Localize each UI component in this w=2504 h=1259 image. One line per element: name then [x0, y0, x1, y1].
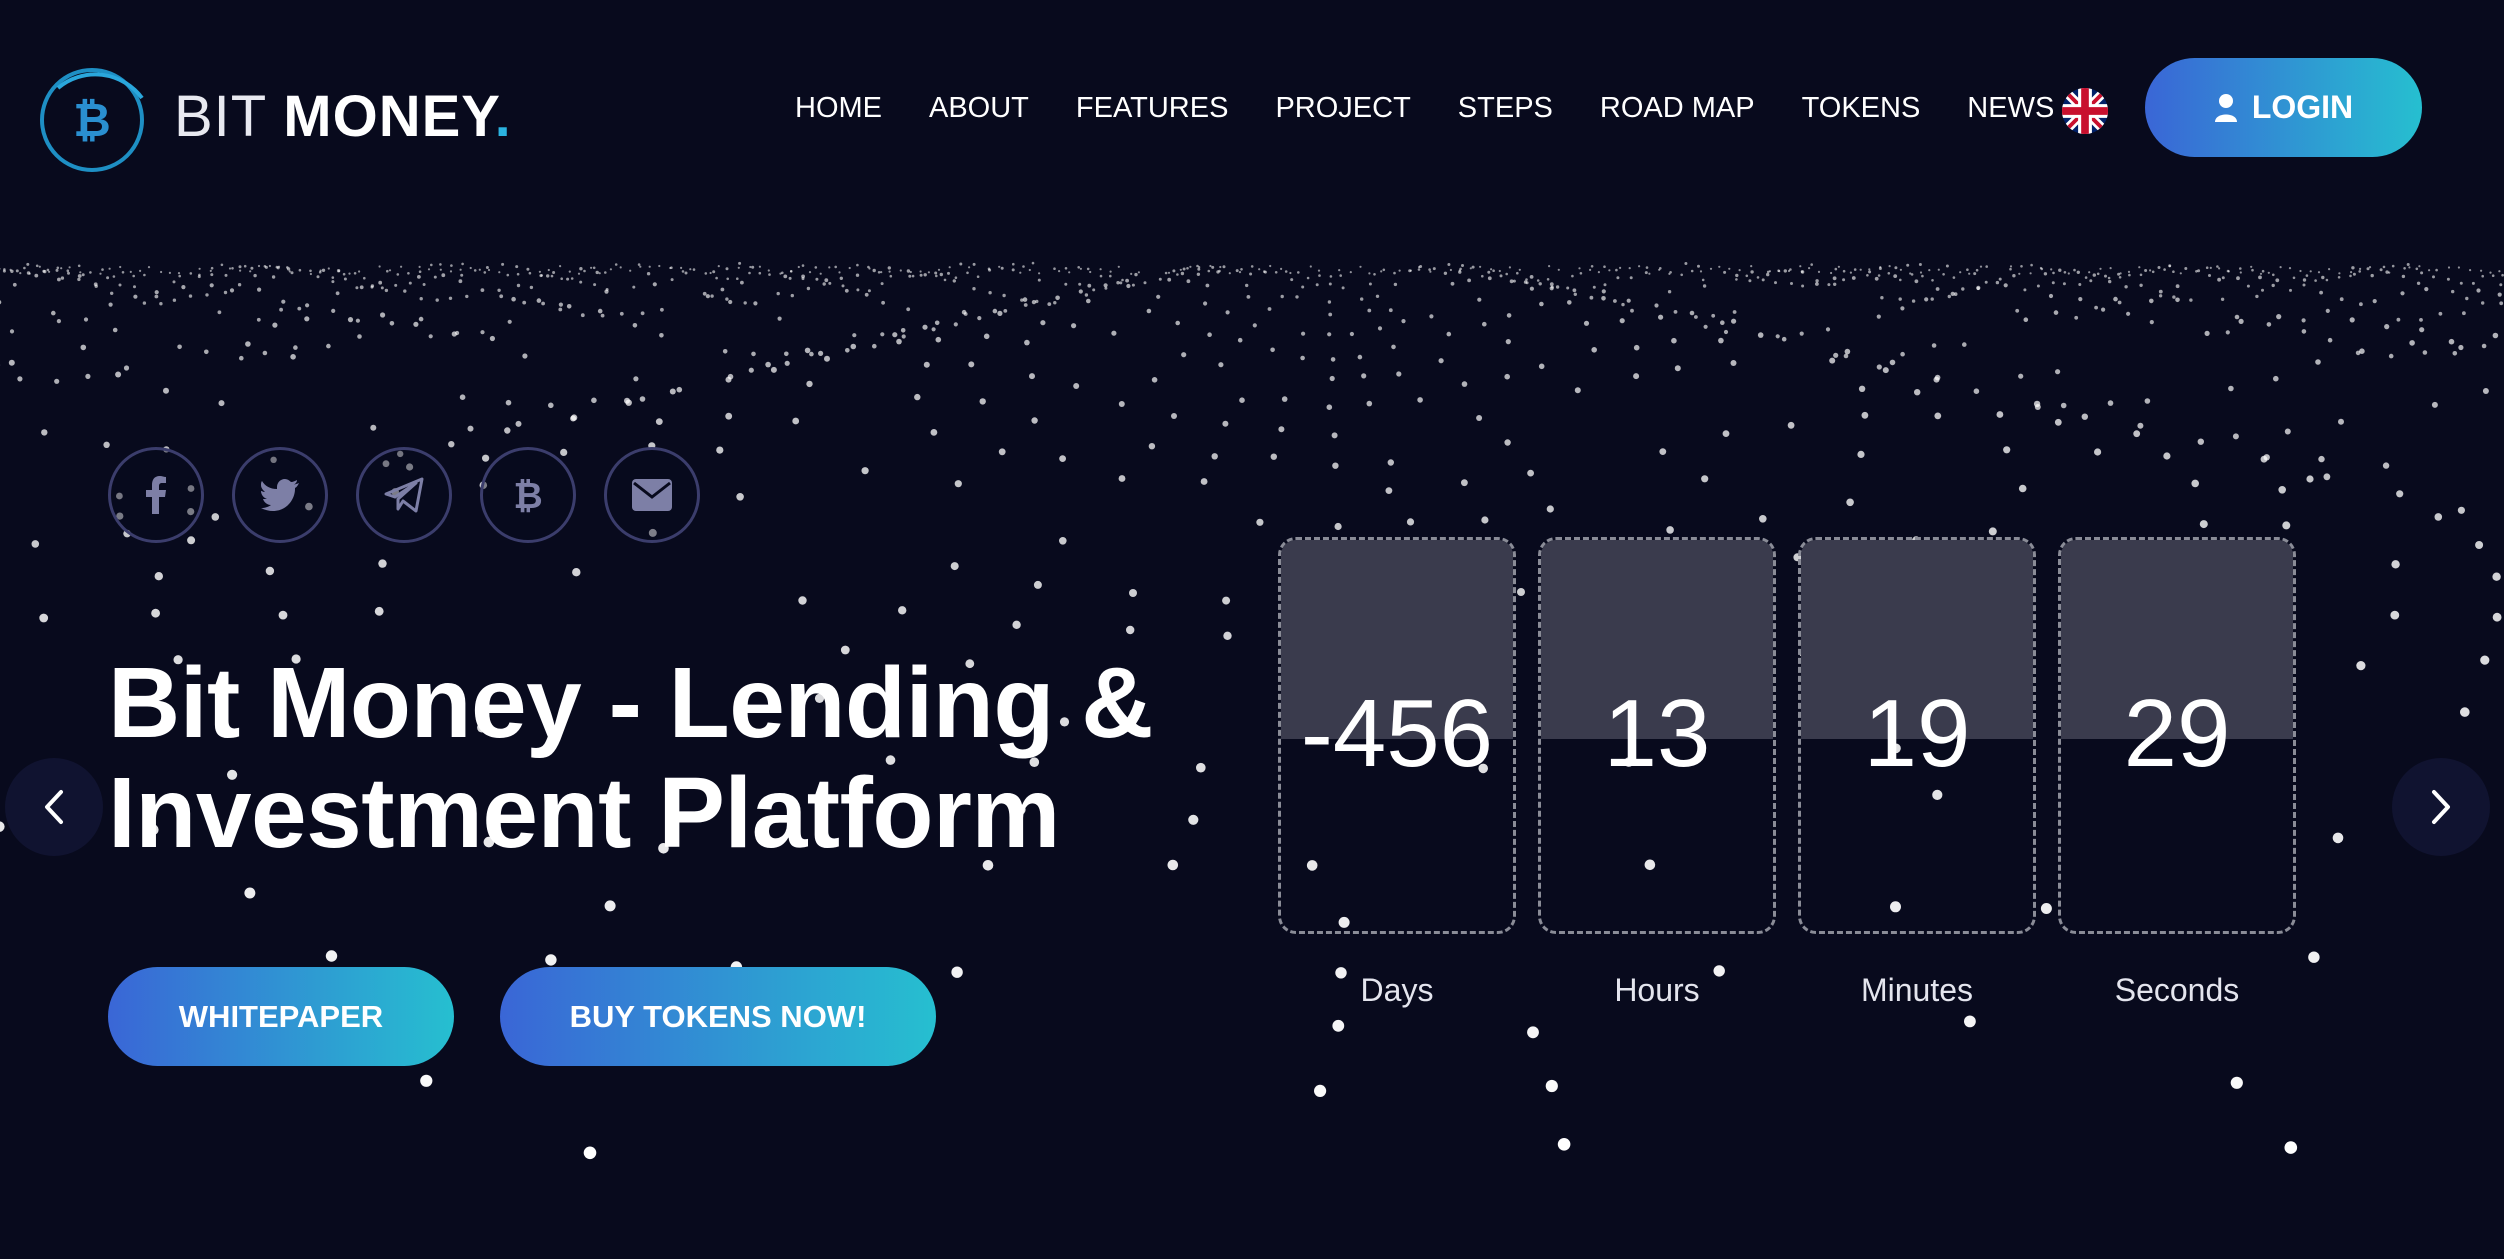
uk-flag-icon[interactable] [2062, 88, 2108, 134]
chevron-right-icon [2432, 790, 2450, 824]
hero-title: Bit Money - Lending & Investment Platfor… [108, 648, 1153, 868]
nav-news[interactable]: NEWS [1967, 92, 2054, 125]
facebook-icon[interactable] [108, 447, 204, 543]
main-nav: HOME ABOUT FEATURES PROJECT STEPS ROAD M… [795, 92, 2054, 125]
login-label: LOGIN [2251, 89, 2354, 125]
countdown-hours-value: 13 [1603, 680, 1711, 787]
hero-title-line1: Bit Money - Lending & [108, 647, 1153, 759]
countdown-seconds-value: 29 [2123, 680, 2231, 787]
countdown-box: -456 [1278, 537, 1516, 934]
countdown-minutes-label: Minutes [1860, 972, 1974, 1008]
nav-tokens[interactable]: TOKENS [1802, 92, 1921, 125]
countdown-seconds-label: Seconds [2114, 972, 2240, 1008]
nav-steps[interactable]: STEPS [1458, 92, 1553, 125]
user-icon [2214, 93, 2237, 122]
countdown-minutes: 19 Minutes [1798, 537, 2036, 1009]
countdown-seconds: 29 Seconds [2058, 537, 2296, 1009]
hero-title-line2: Investment Platform [108, 757, 1060, 869]
countdown-box: 29 [2058, 537, 2296, 934]
countdown-box: 13 [1538, 537, 1776, 934]
bitcoin-logo-icon: ₿ [40, 68, 144, 172]
svg-text:₿: ₿ [73, 93, 111, 147]
login-button[interactable]: LOGIN [2145, 58, 2422, 157]
nav-about[interactable]: ABOUT [929, 92, 1029, 125]
social-links: ₿ [108, 447, 700, 543]
whitepaper-button[interactable]: WHITEPAPER [108, 967, 454, 1066]
countdown-days-label: Days [1360, 972, 1434, 1008]
nav-features[interactable]: FEATURES [1076, 92, 1229, 125]
countdown-hours: 13 Hours [1538, 537, 1776, 1009]
envelope-icon[interactable] [604, 447, 700, 543]
brand-name-part2: MONEY [283, 84, 495, 149]
countdown-timer: -456 Days 13 Hours 19 Minutes 29 Seconds [1278, 537, 2296, 1009]
twitter-icon[interactable] [232, 447, 328, 543]
telegram-icon[interactable] [356, 447, 452, 543]
bitcoin-icon[interactable]: ₿ [480, 447, 576, 543]
slider-next-button[interactable] [2392, 758, 2490, 856]
countdown-box: 19 [1798, 537, 2036, 934]
countdown-hours-label: Hours [1614, 972, 1700, 1008]
brand-name-dot: . [494, 84, 512, 149]
nav-home[interactable]: HOME [795, 92, 882, 125]
countdown-minutes-value: 19 [1863, 680, 1971, 787]
nav-project[interactable]: PROJECT [1275, 92, 1410, 125]
chevron-left-icon [45, 790, 63, 824]
buy-tokens-button[interactable]: BUY TOKENS NOW! [500, 967, 936, 1066]
countdown-days: -456 Days [1278, 537, 1516, 1009]
brand-name: BIT MONEY. [174, 88, 512, 146]
brand-logo[interactable]: ₿ BIT MONEY. [38, 58, 512, 176]
brand-name-part1: BIT [174, 84, 284, 149]
nav-road-map[interactable]: ROAD MAP [1600, 92, 1755, 125]
slider-prev-button[interactable] [5, 758, 103, 856]
countdown-days-value: -456 [1300, 680, 1494, 787]
svg-text:₿: ₿ [513, 476, 542, 515]
